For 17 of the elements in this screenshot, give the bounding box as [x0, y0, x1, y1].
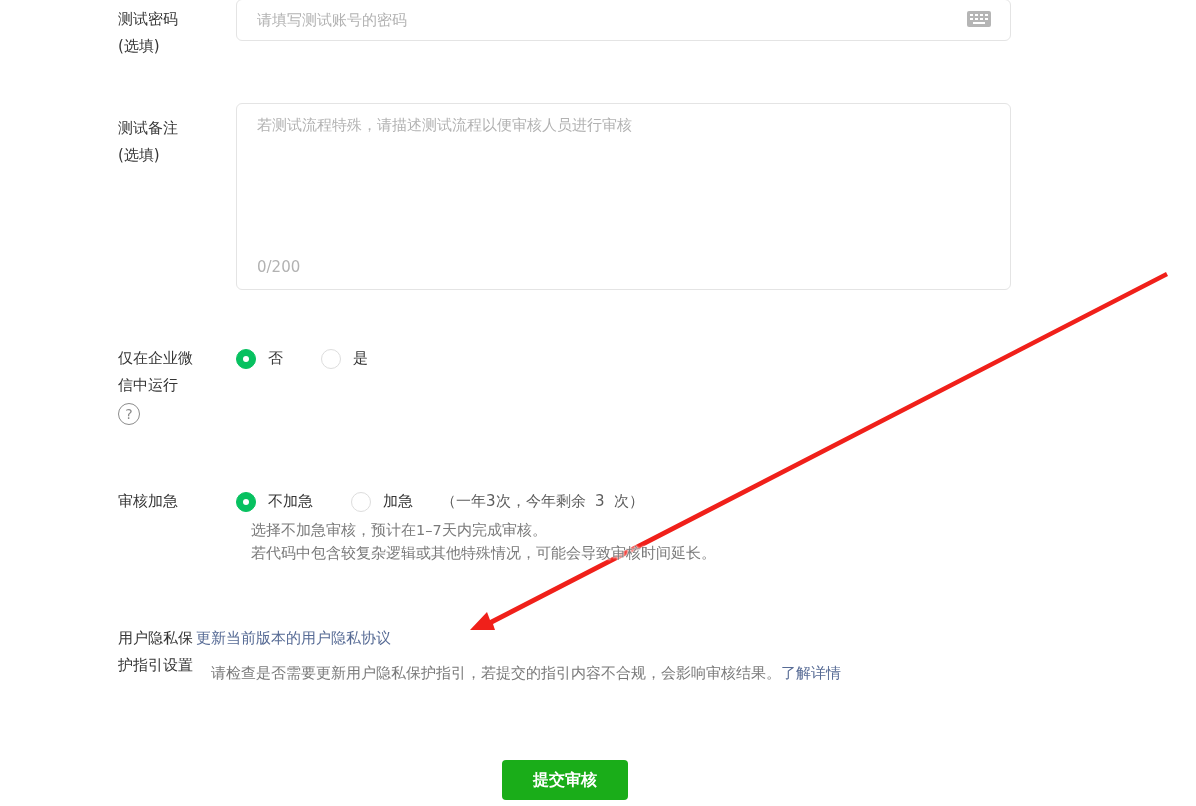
character-counter: 0/200	[257, 258, 301, 276]
radio-option[interactable]: 加急	[351, 491, 413, 512]
radio-option[interactable]: 否	[236, 348, 283, 369]
field-label: 测试备注 (选填)	[118, 118, 179, 166]
radio-option[interactable]: 不加急	[236, 491, 313, 512]
field-label: 仅在企业微信中运行	[118, 348, 194, 396]
keyboard-icon	[967, 11, 991, 27]
privacy-link[interactable]: 更新当前版本的用户隐私协议	[196, 629, 391, 647]
quota-note: （一年3次，今年剩余 3 次）	[441, 492, 645, 511]
password-field[interactable]: 请填写测试账号的密码	[236, 0, 1011, 41]
hint-text: 请检查是否需要更新用户隐私保护指引，若提交的指引内容不合规，会影响审核结果。了解详情	[210, 664, 842, 683]
hint-text: 选择不加急审核，预计在1–7天内完成审核。	[251, 521, 548, 540]
radio-option[interactable]: 是	[321, 348, 368, 369]
field-label: 审核加急	[118, 491, 179, 512]
details-link[interactable]: 了解详情	[781, 665, 841, 681]
field-label: 用户隐私保护指引设置	[118, 628, 194, 676]
field-label: 测试密码 (选填)	[118, 9, 179, 57]
